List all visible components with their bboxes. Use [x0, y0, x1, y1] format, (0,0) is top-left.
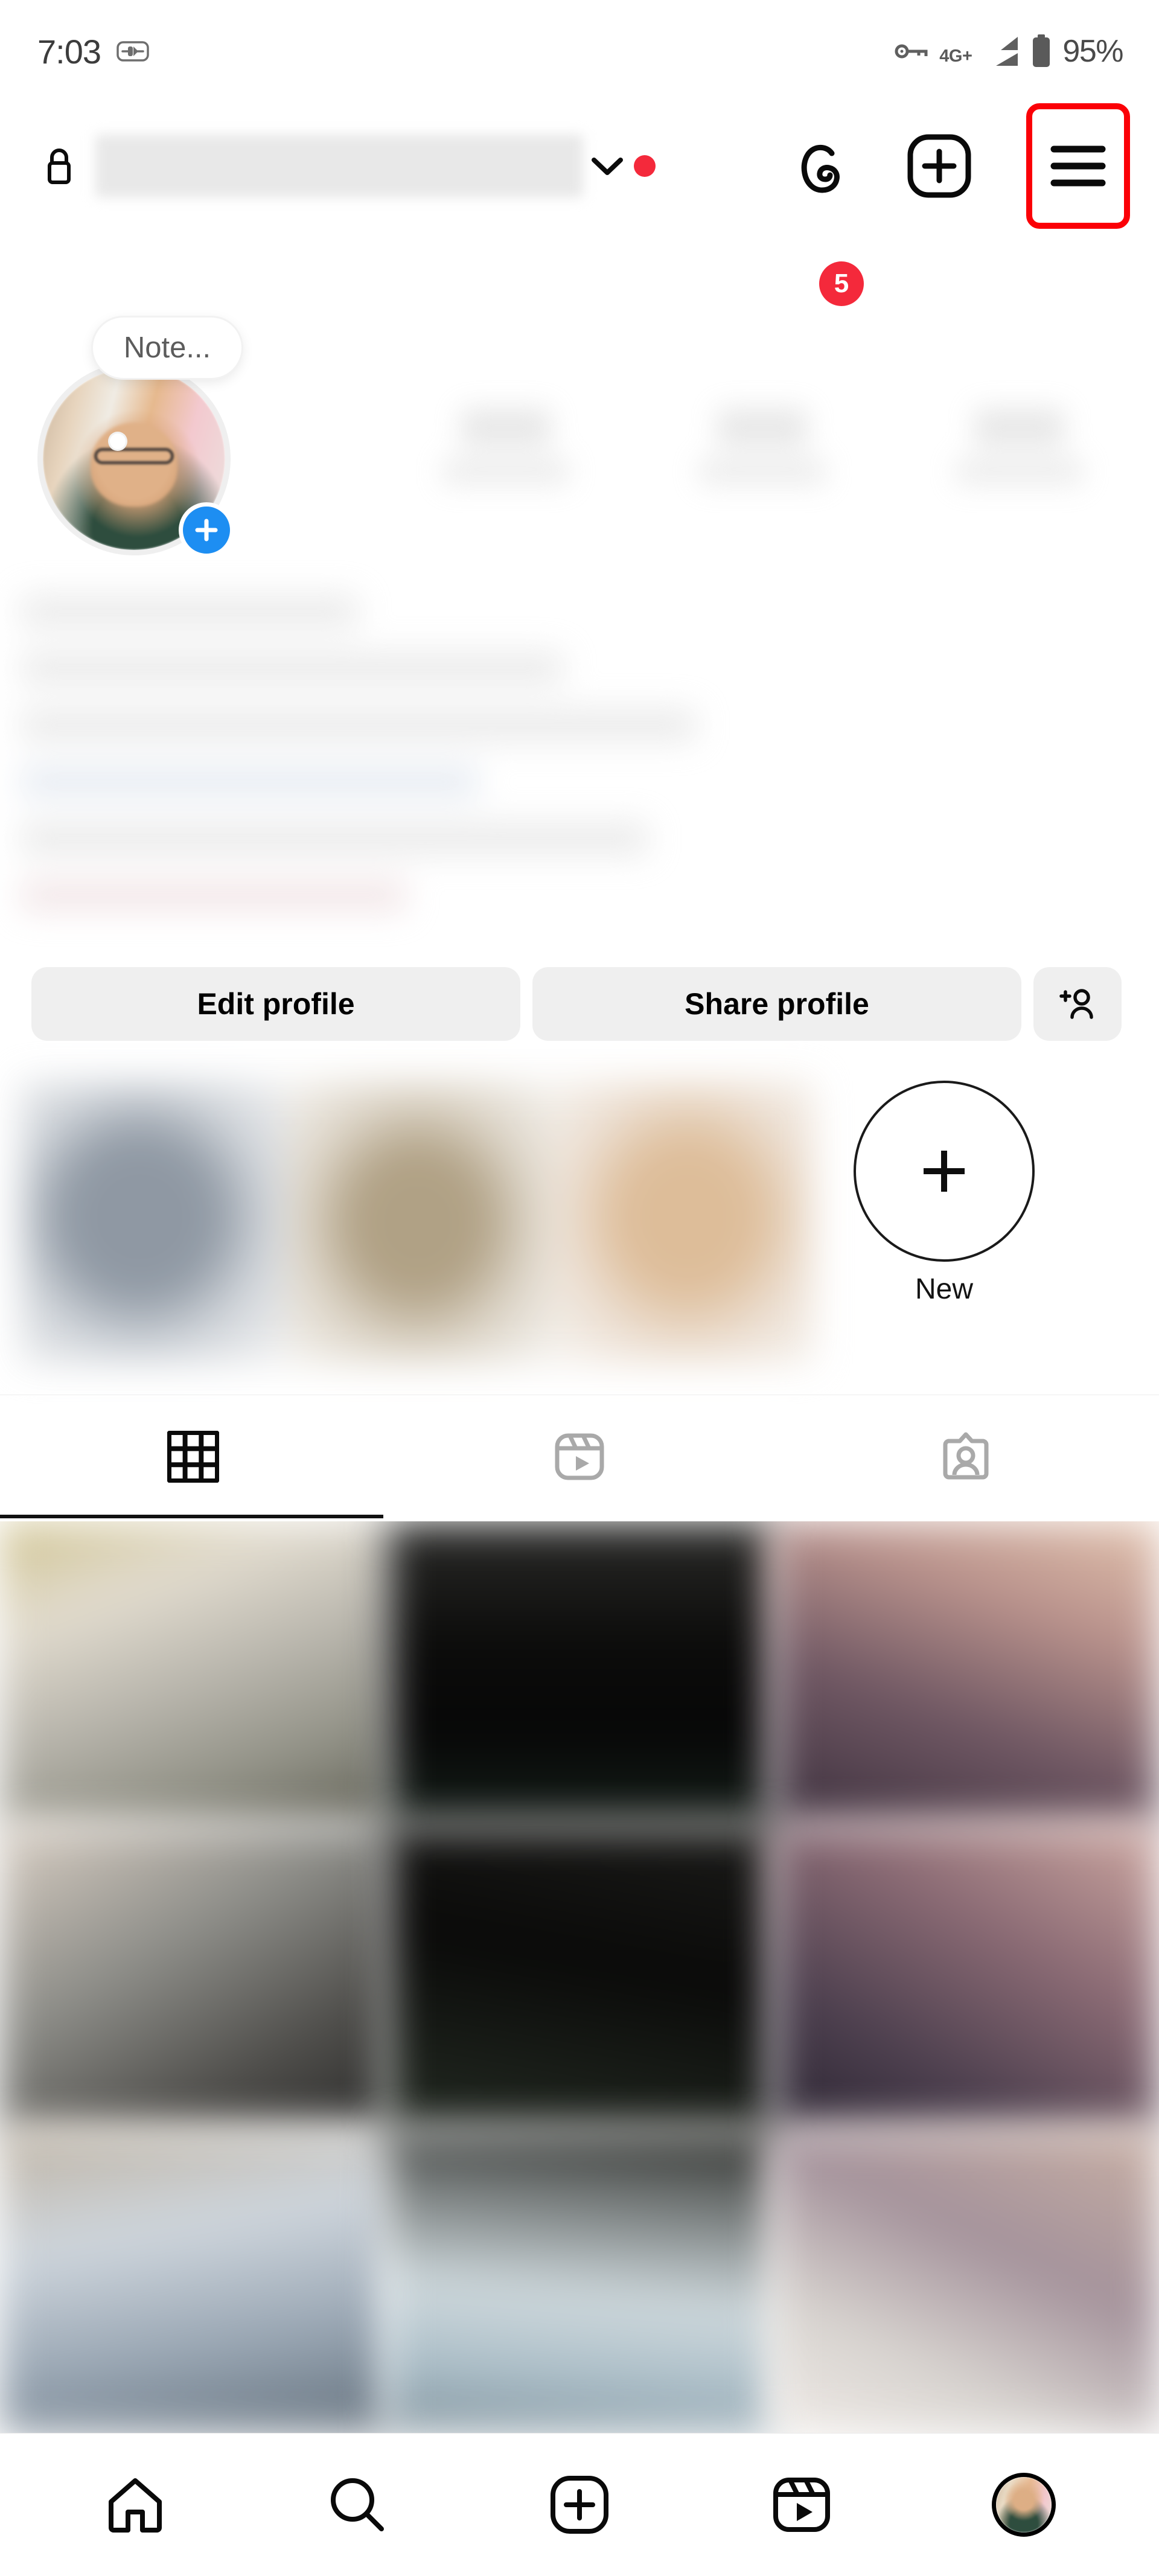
nav-home[interactable] [75, 2463, 196, 2547]
battery-percent-label: 95% [1062, 34, 1123, 69]
nav-search[interactable] [297, 2463, 418, 2547]
story-highlights-row: New [21, 1081, 1143, 1364]
bio-line [21, 765, 479, 799]
reels-icon [554, 1431, 605, 1482]
bio-line [21, 822, 648, 855]
plus-icon [193, 516, 220, 544]
bio-line [21, 651, 564, 685]
profile-action-buttons: Edit profile Share profile [31, 967, 1129, 1041]
profile-avatar-block[interactable]: Note... [37, 318, 241, 558]
profile-bio [21, 595, 771, 939]
grid-post[interactable] [0, 1825, 386, 2129]
grid-post[interactable] [0, 1521, 386, 1826]
bio-line [21, 878, 407, 912]
highlight-item[interactable] [550, 1081, 816, 1364]
hamburger-menu-button[interactable] [1026, 103, 1130, 229]
username-dropdown-field[interactable] [95, 135, 583, 197]
avatar-glasses [94, 447, 174, 465]
tagged-icon [940, 1431, 991, 1482]
grid-icon [167, 1431, 219, 1483]
nav-profile[interactable] [963, 2463, 1084, 2547]
capsule-icon [117, 41, 149, 62]
stat-posts-label [442, 458, 569, 485]
plus-box-icon[interactable] [905, 132, 973, 200]
reels-icon [771, 2475, 832, 2535]
threads-icon[interactable] [788, 133, 854, 199]
highlight-item[interactable] [285, 1081, 551, 1364]
discover-people-button[interactable] [1033, 967, 1122, 1041]
grid-post[interactable] [0, 2129, 386, 2433]
stat-posts[interactable] [406, 386, 605, 507]
bottom-navigation-bar [0, 2433, 1159, 2576]
lock-icon [43, 147, 75, 185]
tab-tagged[interactable] [773, 1395, 1159, 1518]
plus-icon [908, 1135, 980, 1207]
grid-post[interactable] [386, 1521, 773, 1826]
stat-following-label [956, 458, 1084, 485]
grid-post[interactable] [773, 2129, 1159, 2433]
top-navigation-bar: 5 [0, 103, 1159, 306]
profile-stats-row [377, 365, 1148, 528]
network-type-label: 4G+ [939, 46, 972, 66]
stat-following[interactable] [920, 386, 1119, 507]
grid-post[interactable] [773, 1521, 1159, 1826]
hamburger-menu-icon [1050, 143, 1106, 189]
stat-following-count [974, 408, 1065, 447]
create-icon [548, 2473, 611, 2536]
unread-notification-dot [634, 155, 656, 177]
post-grid [0, 1521, 1159, 2433]
stat-posts-count [460, 408, 551, 447]
bio-line [21, 708, 697, 742]
grid-post[interactable] [773, 1825, 1159, 2129]
avatar-face [90, 422, 178, 507]
story-highlights-blurred [21, 1081, 816, 1364]
bio-line [21, 595, 359, 628]
highlight-item[interactable] [21, 1081, 286, 1364]
threads-unread-badge: 5 [819, 261, 864, 306]
add-to-story-button[interactable] [179, 502, 234, 558]
tab-grid[interactable] [0, 1395, 386, 1518]
instagram-profile-screen: 7:03 4G+ 95% 5 Note... Edit profile Shar… [0, 0, 1159, 2576]
share-profile-button[interactable]: Share profile [532, 967, 1021, 1041]
stat-followers-count [717, 408, 808, 447]
grid-post[interactable] [386, 2129, 773, 2433]
active-tab-underline [0, 1515, 383, 1518]
nav-reels[interactable] [741, 2463, 862, 2547]
chevron-down-icon[interactable] [590, 155, 624, 177]
status-bar-right: 4G+ 95% [895, 33, 1123, 69]
nav-create[interactable] [519, 2463, 640, 2547]
key-icon [895, 42, 928, 61]
profile-content-tabs [0, 1395, 1159, 1518]
clock-time: 7:03 [37, 32, 101, 71]
search-icon [326, 2473, 389, 2536]
battery-icon [1031, 34, 1052, 68]
home-icon [104, 2473, 167, 2536]
new-highlight-block[interactable]: New [854, 1081, 1035, 1306]
note-bubble[interactable]: Note... [93, 318, 241, 378]
tab-reels[interactable] [386, 1395, 773, 1518]
signal-bars-icon [983, 36, 1020, 67]
profile-avatar [992, 2473, 1056, 2537]
add-person-icon [1059, 985, 1096, 1023]
status-bar: 7:03 4G+ 95% [0, 0, 1159, 103]
grid-post[interactable] [386, 1825, 773, 2129]
stat-followers-label [699, 458, 826, 485]
note-bubble-tail [110, 433, 126, 449]
profile-avatar-image [996, 2477, 1052, 2533]
stat-followers[interactable] [663, 386, 862, 507]
new-highlight-label: New [915, 1273, 974, 1305]
status-bar-left: 7:03 [37, 32, 149, 71]
new-highlight-button[interactable] [854, 1081, 1035, 1262]
edit-profile-button[interactable]: Edit profile [31, 967, 520, 1041]
